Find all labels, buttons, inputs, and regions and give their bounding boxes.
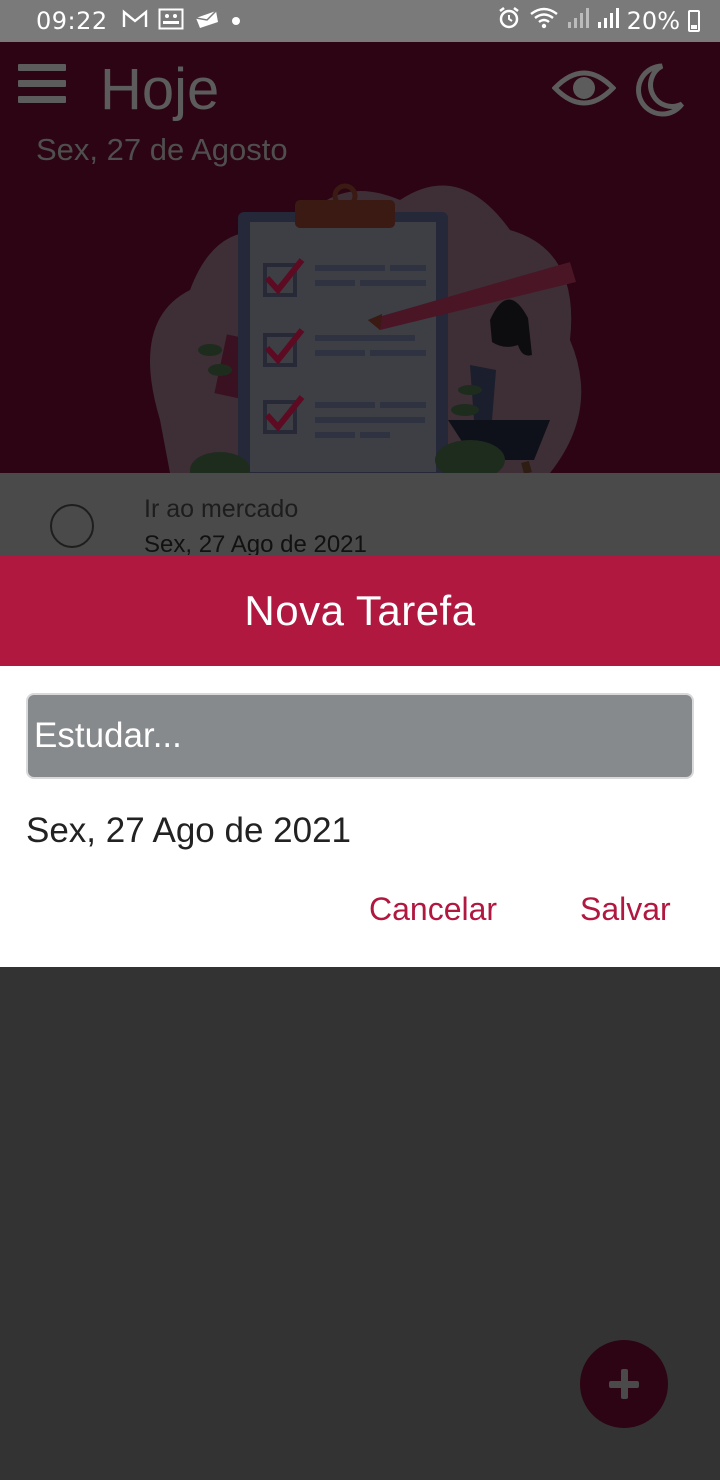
status-bar: 09:22 20% [0, 0, 720, 42]
wifi-icon [529, 6, 559, 37]
notification-icons [122, 8, 242, 34]
moon-icon[interactable] [632, 62, 686, 123]
mail-icon [194, 8, 220, 34]
add-task-button[interactable] [580, 1340, 668, 1428]
gmail-icon [122, 9, 148, 33]
signal-icon [597, 7, 619, 36]
status-time: 09:22 [36, 7, 108, 35]
gallery-icon [158, 8, 184, 34]
dialog-title: Nova Tarefa [244, 586, 476, 634]
alarm-icon [497, 6, 521, 37]
dialog-date[interactable]: Sex, 27 Ago de 2021 [26, 811, 351, 851]
dot-icon [230, 11, 242, 31]
save-button[interactable]: Salvar [580, 891, 671, 928]
page-subtitle-date: Sex, 27 de Agosto [36, 132, 288, 167]
battery-percent: 20% [626, 7, 680, 35]
page-title: Hoje [100, 57, 220, 122]
task-title: Ir ao mercado [144, 495, 299, 523]
signal-icon [567, 7, 589, 36]
list-item[interactable]: Ir ao mercado Sex, 27 Ago de 2021 [0, 473, 720, 558]
task-input-wrapper [26, 693, 694, 779]
menu-icon[interactable] [18, 64, 66, 104]
new-task-dialog: Nova Tarefa Sex, 27 Ago de 2021 Cancelar… [0, 555, 720, 967]
task-name-input[interactable] [28, 695, 692, 777]
battery-icon [688, 10, 700, 32]
eye-icon[interactable] [551, 64, 617, 117]
task-checkbox[interactable] [50, 504, 94, 548]
header-illustration [130, 170, 600, 473]
cancel-button[interactable]: Cancelar [369, 891, 497, 928]
header: Hoje Sex, 27 de Agosto [0, 42, 720, 473]
dialog-header: Nova Tarefa [0, 555, 720, 666]
